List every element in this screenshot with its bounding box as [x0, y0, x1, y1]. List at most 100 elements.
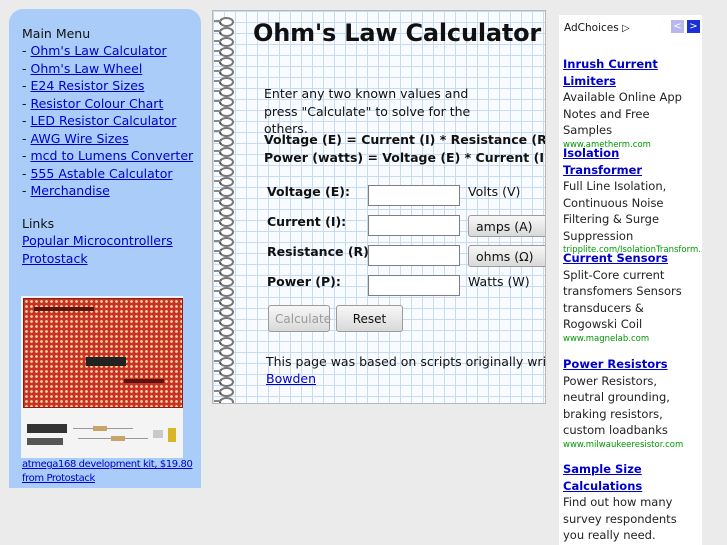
spiral-ring — [214, 57, 234, 67]
spiral-ring — [214, 367, 234, 377]
ad-title[interactable]: Sample Size Calculations — [563, 462, 642, 493]
ad-panel: AdChoices ▷ < > Inrush Current Limiters … — [559, 15, 702, 545]
product-link[interactable]: atmega168 development kit, $19.80 from P… — [22, 459, 193, 484]
attribution-link[interactable]: Bowden — [266, 371, 316, 386]
spiral-ring — [214, 337, 234, 347]
spiral-ring — [214, 27, 234, 37]
resistor — [111, 436, 125, 441]
spiral-ring — [214, 67, 234, 77]
menu-item: - Ohm's Law Calculator — [22, 42, 193, 60]
spiral-ring — [214, 37, 234, 47]
adchoices-text: AdChoices — [564, 22, 619, 34]
menu-link-awg-wire-sizes[interactable]: AWG Wire Sizes — [30, 131, 128, 146]
ad-title[interactable]: Isolation Transformer — [563, 146, 642, 177]
spiral-ring — [214, 317, 234, 327]
menu-item: - E24 Resistor Sizes — [22, 77, 193, 95]
sidebar: Main Menu - Ohm's Law Calculator - Ohm's… — [9, 9, 201, 488]
ad-title[interactable]: Inrush Current Limiters — [563, 57, 658, 88]
crystal — [153, 430, 163, 438]
spiral-ring — [214, 327, 234, 337]
power-input[interactable] — [368, 275, 460, 296]
menu-link-mcd-to-lumens[interactable]: mcd to Lumens Converter — [30, 148, 193, 163]
spiral-ring — [214, 397, 234, 403]
spiral-ring — [214, 187, 234, 197]
calculator-notebook: Ohm's Law Calculator Enter any two known… — [212, 10, 546, 404]
calculate-button[interactable]: Calculate — [268, 305, 331, 332]
spiral-ring — [214, 247, 234, 257]
ad-body: Full Line Isolation, Continuous Noise Fi… — [563, 179, 667, 243]
menu-item: - Merchandise — [22, 182, 193, 200]
spiral-ring — [214, 177, 234, 187]
ic-chip — [27, 424, 67, 433]
links-heading: Links — [22, 216, 55, 231]
product-caption: atmega168 development kit, $19.80 from P… — [22, 458, 207, 486]
main-menu: - Ohm's Law Calculator - Ohm's Law Wheel… — [22, 42, 193, 200]
attribution-text: This page was based on scripts originall… — [266, 354, 546, 369]
link-protostack[interactable]: Protostack — [22, 251, 88, 266]
spiral-ring — [214, 357, 234, 367]
spiral-ring — [214, 77, 234, 87]
ad-item: Isolation Transformer Full Line Isolatio… — [563, 145, 702, 257]
adchoices-icon: ▷ — [622, 23, 630, 34]
spiral-ring — [214, 127, 234, 137]
spiral-ring — [214, 237, 234, 247]
resistance-label: Resistance (R): — [267, 244, 374, 259]
link-item: Protostack — [22, 250, 173, 268]
menu-link-ohms-law-calculator[interactable]: Ohm's Law Calculator — [30, 43, 166, 58]
menu-link-merchandise[interactable]: Merchandise — [30, 183, 109, 198]
ad-next-icon[interactable]: > — [687, 20, 700, 33]
spiral-ring — [214, 117, 234, 127]
spiral-ring — [214, 107, 234, 117]
menu-link-resistor-colour-chart[interactable]: Resistor Colour Chart — [30, 96, 163, 111]
power-label: Power (P): — [267, 274, 341, 289]
menu-item: - mcd to Lumens Converter — [22, 147, 193, 165]
spiral-ring — [214, 17, 234, 27]
spiral-ring — [214, 227, 234, 237]
ad-url[interactable]: www.magnelab.com — [563, 333, 701, 346]
voltage-unit: Volts (V) — [468, 184, 521, 199]
spiral-ring — [214, 377, 234, 387]
ad-title[interactable]: Power Resistors — [563, 357, 668, 371]
current-label: Current (I): — [267, 214, 347, 229]
menu-item: - 555 Astable Calculator — [22, 165, 193, 183]
spiral-binding — [213, 11, 241, 403]
current-input[interactable] — [368, 215, 460, 236]
ad-body: Find out how many survey respondents you… — [563, 495, 677, 542]
menu-link-led-resistor-calculator[interactable]: LED Resistor Calculator — [30, 113, 176, 128]
instructions-text: Enter any two known values and press "Ca… — [264, 86, 471, 136]
current-unit-select[interactable]: amps (A) — [468, 215, 545, 237]
ad-item: Inrush Current Limiters Available Online… — [563, 56, 701, 152]
ic-socket — [27, 438, 63, 445]
pcb-chip — [86, 357, 126, 366]
main-menu-heading: Main Menu — [22, 26, 91, 41]
spiral-ring — [214, 277, 234, 287]
ad-body: Split-Core current transfomers Sensors t… — [563, 267, 682, 332]
capacitor — [168, 428, 176, 442]
product-image[interactable] — [21, 296, 183, 458]
ad-url[interactable]: www.milwaukeeresistor.com — [563, 439, 701, 452]
components-image — [23, 408, 181, 456]
spiral-ring — [214, 387, 234, 397]
spiral-ring — [214, 287, 234, 297]
ad-item: Current Sensors Split-Core current trans… — [563, 250, 701, 346]
menu-link-e24-resistor-sizes[interactable]: E24 Resistor Sizes — [30, 78, 144, 93]
links-list: Popular Microcontrollers Protostack — [22, 232, 173, 267]
pcb-header — [124, 379, 164, 383]
page-title: Ohm's Law Calculator — [253, 19, 542, 47]
link-popular-microcontrollers[interactable]: Popular Microcontrollers — [22, 233, 173, 248]
ad-item: Power Resistors Power Resistors, neutral… — [563, 356, 701, 452]
resistance-unit-select[interactable]: ohms (Ω) — [468, 245, 545, 267]
spiral-ring — [214, 217, 234, 227]
menu-link-ohms-law-wheel[interactable]: Ohm's Law Wheel — [30, 61, 142, 76]
menu-link-555-astable-calculator[interactable]: 555 Astable Calculator — [30, 166, 172, 181]
ad-prev-icon[interactable]: < — [671, 20, 684, 33]
resistance-input[interactable] — [368, 245, 460, 266]
spiral-ring — [214, 147, 234, 157]
reset-button[interactable]: Reset — [336, 305, 403, 332]
voltage-input[interactable] — [368, 185, 460, 206]
link-item: Popular Microcontrollers — [22, 232, 173, 250]
ad-title[interactable]: Current Sensors — [563, 251, 668, 265]
adchoices-label[interactable]: AdChoices ▷ — [564, 20, 630, 38]
ad-body: Available Online App Notes and Free Samp… — [563, 90, 682, 137]
spiral-ring — [214, 197, 234, 207]
